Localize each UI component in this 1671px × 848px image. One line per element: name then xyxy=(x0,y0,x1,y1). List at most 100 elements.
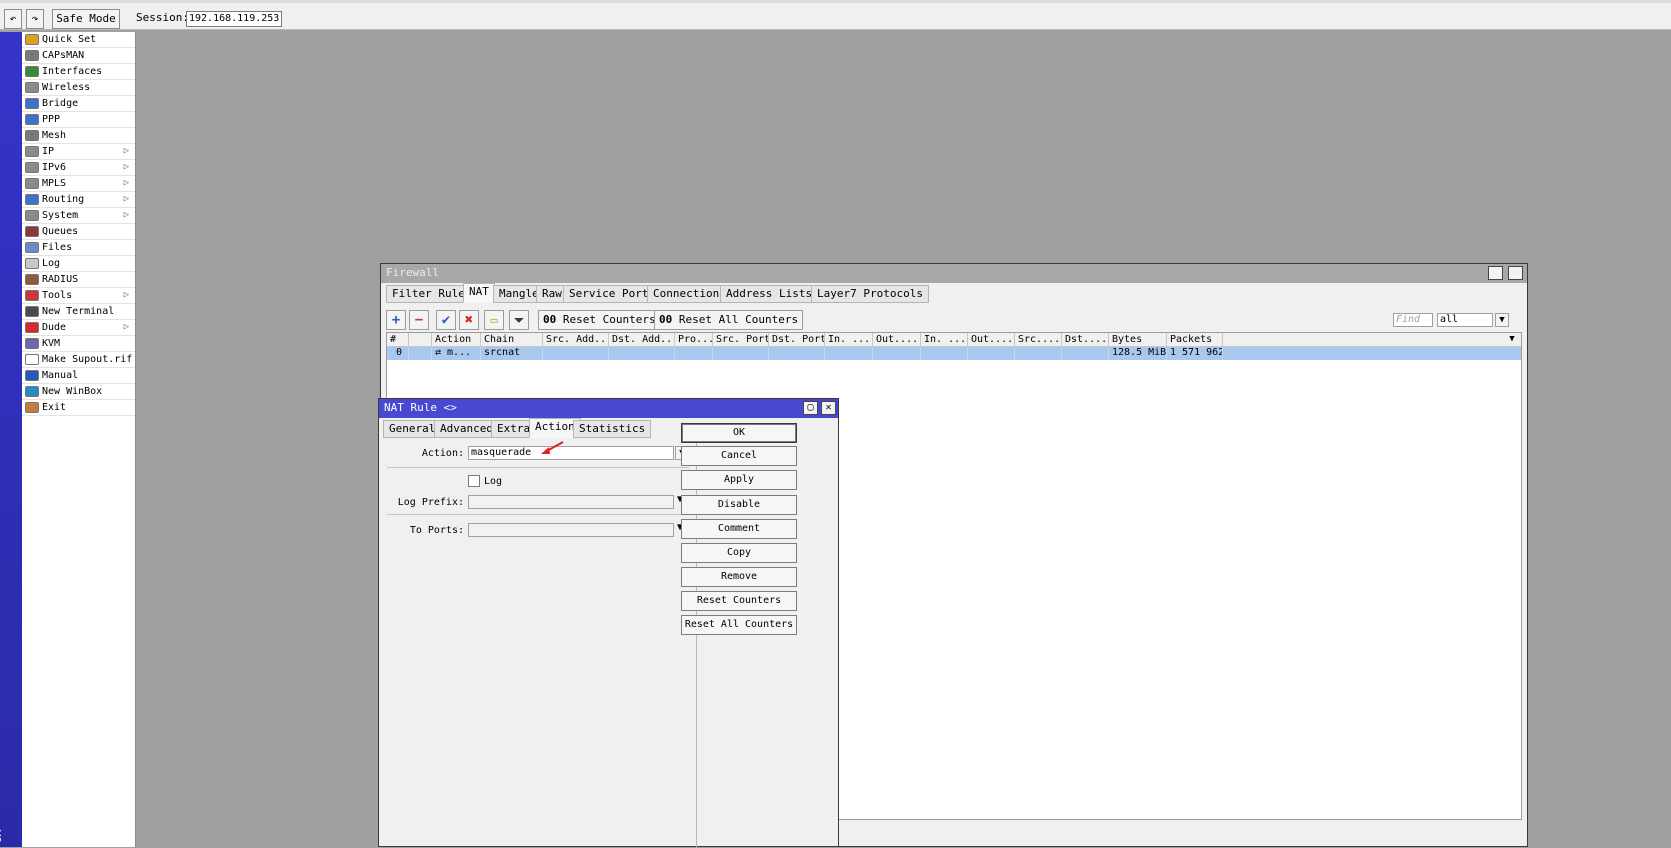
menu-item[interactable]: Interfaces xyxy=(22,64,135,80)
safe-mode-button[interactable]: Safe Mode xyxy=(52,9,120,29)
reset-counters-button[interactable]: Reset Counters xyxy=(681,591,797,611)
to-ports-label: To Ports: xyxy=(409,525,464,536)
menu-item[interactable]: Quick Set xyxy=(22,32,135,48)
firewall-title-bar[interactable]: Firewall ▢ ✕ xyxy=(381,264,1527,283)
redo-icon[interactable]: ↷ xyxy=(26,9,44,29)
session-field[interactable]: 192.168.119.253 xyxy=(186,11,282,27)
log-icon xyxy=(25,258,39,269)
nat-rule-form: Action: masquerade ▼ Log Log Prefix: ▼ T… xyxy=(379,439,697,848)
manual-icon xyxy=(25,370,39,381)
add-icon[interactable]: + xyxy=(386,310,406,330)
menu-item[interactable]: Bridge xyxy=(22,96,135,112)
column-header[interactable]: Bytes xyxy=(1109,333,1167,347)
menu-item[interactable]: Mesh xyxy=(22,128,135,144)
remove-icon[interactable]: − xyxy=(409,310,429,330)
column-header[interactable]: Dst. Port xyxy=(769,333,825,347)
find-input[interactable]: Find xyxy=(1393,313,1433,327)
tab-statistics[interactable]: Statistics xyxy=(573,420,652,438)
to-ports-field[interactable] xyxy=(468,523,674,537)
comment-icon[interactable]: ▭ xyxy=(484,310,504,330)
undo-icon[interactable]: ↶ xyxy=(4,9,22,29)
log-prefix-field[interactable] xyxy=(468,495,674,509)
columns-dropdown-icon[interactable]: ▼ xyxy=(1505,333,1519,347)
column-header[interactable]: Src. Add... xyxy=(543,333,609,347)
column-header[interactable]: Chain xyxy=(481,333,543,347)
menu-item[interactable]: KVM xyxy=(22,336,135,352)
ip-icon xyxy=(25,146,39,157)
tab-general[interactable]: General xyxy=(383,420,442,438)
supout-icon xyxy=(25,354,39,365)
menu-item-label: IPv6 xyxy=(42,162,67,173)
maximize-icon[interactable]: ▢ xyxy=(803,401,818,415)
menu-item[interactable]: System ▷ xyxy=(22,208,135,224)
files-icon xyxy=(25,242,39,253)
close-icon[interactable]: ✕ xyxy=(821,401,836,415)
copy-button[interactable]: Copy xyxy=(681,543,797,563)
menu-item[interactable]: IP ▷ xyxy=(22,144,135,160)
action-select[interactable]: masquerade xyxy=(468,446,674,460)
column-header[interactable]: Packets xyxy=(1167,333,1223,347)
menu-item[interactable]: New WinBox xyxy=(22,384,135,400)
column-header[interactable] xyxy=(409,333,432,347)
column-header[interactable]: Out.... xyxy=(968,333,1015,347)
column-header[interactable]: Dst.... xyxy=(1062,333,1109,347)
menu-item-label: Mesh xyxy=(42,130,67,141)
menu-item[interactable]: MPLS ▷ xyxy=(22,176,135,192)
disable-button[interactable]: Disable xyxy=(681,495,797,515)
column-header[interactable]: Dst. Add... xyxy=(609,333,675,347)
maximize-icon[interactable]: ▢ xyxy=(1488,266,1503,280)
comment-button[interactable]: Comment xyxy=(681,519,797,539)
terminal-icon xyxy=(25,306,39,317)
apply-button[interactable]: Apply xyxy=(681,470,797,490)
column-header[interactable]: Pro... xyxy=(675,333,713,347)
menu-item-label: MPLS xyxy=(42,178,67,189)
submenu-arrow-icon: ▷ xyxy=(123,322,129,332)
column-header[interactable]: Out.... xyxy=(873,333,921,347)
enable-icon[interactable]: ✔ xyxy=(436,310,456,330)
menu-item[interactable]: Wireless xyxy=(22,80,135,96)
tab-layer7-protocols[interactable]: Layer7 Protocols xyxy=(811,285,929,303)
disable-icon[interactable]: ✖ xyxy=(459,310,479,330)
menu-item[interactable]: CAPsMAN xyxy=(22,48,135,64)
log-checkbox[interactable] xyxy=(468,475,480,487)
menu-item[interactable]: Queues xyxy=(22,224,135,240)
column-header[interactable]: In. ... xyxy=(921,333,968,347)
tab-address-lists[interactable]: Address Lists xyxy=(720,285,819,303)
radius-icon xyxy=(25,274,39,285)
table-cell xyxy=(543,347,609,360)
reset-all-counters-button[interactable]: Reset All Counters xyxy=(681,615,797,635)
menu-item[interactable]: Routing ▷ xyxy=(22,192,135,208)
reset-counters-button[interactable]: 00 Reset Counters xyxy=(538,310,661,330)
menu-item[interactable]: IPv6 ▷ xyxy=(22,160,135,176)
ok-button[interactable]: OK xyxy=(681,423,797,443)
filter-select[interactable]: all xyxy=(1437,313,1493,327)
column-header[interactable]: Src. Port xyxy=(713,333,769,347)
menu-item-label: Quick Set xyxy=(42,34,97,45)
tab-nat[interactable]: NAT xyxy=(463,283,495,303)
ppp-icon xyxy=(25,114,39,125)
column-header[interactable]: Action xyxy=(432,333,481,347)
remove-button[interactable]: Remove xyxy=(681,567,797,587)
column-header[interactable]: Src.... xyxy=(1015,333,1062,347)
cancel-button[interactable]: Cancel xyxy=(681,446,797,466)
close-icon[interactable]: ✕ xyxy=(1508,266,1523,280)
filter-dropdown-icon[interactable]: ▼ xyxy=(1495,313,1509,327)
filter-icon[interactable]: ⏷ xyxy=(509,310,529,330)
menu-item[interactable]: Make Supout.rif xyxy=(22,352,135,368)
menu-item[interactable]: New Terminal xyxy=(22,304,135,320)
menu-item[interactable]: Files xyxy=(22,240,135,256)
menu-item[interactable]: Dude ▷ xyxy=(22,320,135,336)
column-header[interactable]: # xyxy=(387,333,409,347)
menu-item[interactable]: RADIUS xyxy=(22,272,135,288)
menu-item[interactable]: Log xyxy=(22,256,135,272)
nat-rule-title-bar[interactable]: NAT Rule <> ▢ ✕ xyxy=(379,399,838,418)
tab-advanced[interactable]: Advanced xyxy=(434,420,499,438)
submenu-arrow-icon: ▷ xyxy=(123,290,129,300)
menu-item[interactable]: PPP xyxy=(22,112,135,128)
menu-item[interactable]: Tools ▷ xyxy=(22,288,135,304)
table-row[interactable]: 0 ⇄ m... srcnat 128.5 MiB 1 571 962 xyxy=(387,347,1521,360)
reset-all-counters-button[interactable]: 00 Reset All Counters xyxy=(654,310,804,330)
column-header[interactable]: In. ... xyxy=(825,333,873,347)
menu-item[interactable]: Manual xyxy=(22,368,135,384)
menu-item[interactable]: Exit xyxy=(22,400,135,416)
